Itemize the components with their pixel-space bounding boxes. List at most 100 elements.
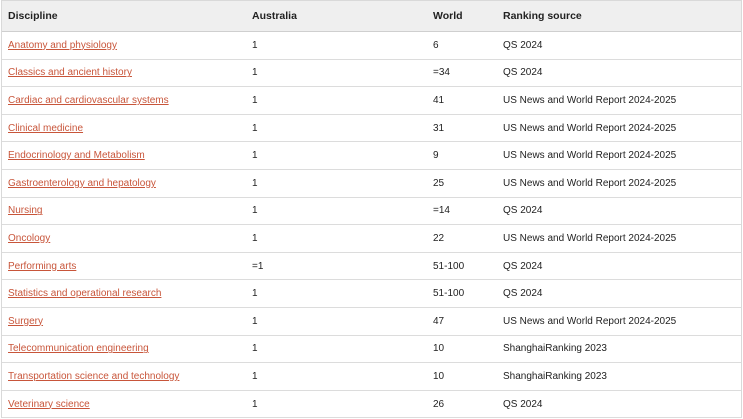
discipline-link[interactable]: Statistics and operational research <box>8 288 161 299</box>
australia-rank-cell: 1 <box>246 343 427 354</box>
ranking-source: QS 2024 <box>503 39 543 51</box>
ranking-source: QS 2024 <box>503 205 543 217</box>
world-rank-cell: 10 <box>427 371 497 382</box>
discipline-link[interactable]: Performing arts <box>8 261 76 272</box>
world-rank-cell: =34 <box>427 67 497 78</box>
table-row: Telecommunication engineering 1 10 Shanghai… <box>2 336 741 364</box>
table-row: Endocrinology and Metabolism 1 9 US News an… <box>2 142 741 170</box>
ranking-source-cell: QS 2024 <box>497 399 741 410</box>
table-row: Nursing 1 =14 QS 2024 <box>2 198 741 226</box>
table-row: Statistics and operational research 1 51-1… <box>2 280 741 308</box>
ranking-source-cell: QS 2024 <box>497 40 741 51</box>
world-rank: 9 <box>433 150 439 162</box>
discipline-link-cell: Surgery <box>2 316 246 327</box>
discipline-link-cell: Veterinary science <box>2 399 246 410</box>
table-row: Clinical medicine 1 31 US News and World Re… <box>2 115 741 143</box>
table-row: Classics and ancient history 1 =34 QS 2024 <box>2 60 741 88</box>
discipline-link[interactable]: Anatomy and physiology <box>8 40 117 51</box>
ranking-source: QS 2024 <box>503 67 543 79</box>
world-rank: 51-100 <box>433 260 465 272</box>
world-rank: =14 <box>433 205 450 217</box>
discipline-link[interactable]: Clinical medicine <box>8 123 83 134</box>
discipline-link[interactable]: Oncology <box>8 233 50 244</box>
table-row: Oncology 1 22 US News and World Report 2024… <box>2 225 741 253</box>
ranking-source-cell: ShanghaiRanking 2023 <box>497 343 741 354</box>
ranking-source: US News and World Report 2024-2025 <box>503 315 677 327</box>
world-rank-cell: 10 <box>427 343 497 354</box>
australia-rank-cell: 1 <box>246 123 427 134</box>
australia-rank-cell: 1 <box>246 316 427 327</box>
australia-rank-cell: 1 <box>246 233 427 244</box>
ranking-source: QS 2024 <box>503 288 543 300</box>
ranking-source: QS 2024 <box>503 398 543 410</box>
world-rank: 22 <box>433 232 445 244</box>
australia-rank: 1 <box>252 67 258 79</box>
world-rank-cell: =14 <box>427 205 497 216</box>
discipline-link[interactable]: Veterinary science <box>8 399 90 410</box>
world-rank-cell: 22 <box>427 233 497 244</box>
world-rank-cell: 26 <box>427 399 497 410</box>
ranking-source: US News and World Report 2024-2025 <box>503 150 677 162</box>
discipline-link[interactable]: Classics and ancient history <box>8 67 132 78</box>
australia-rank: 1 <box>252 205 258 217</box>
header-ranking-source: Ranking source <box>503 10 582 22</box>
ranking-source-cell: QS 2024 <box>497 67 741 78</box>
discipline-link-cell: Nursing <box>2 205 246 216</box>
world-rank-cell: 31 <box>427 123 497 134</box>
australia-rank-cell: 1 <box>246 40 427 51</box>
ranking-source-cell: US News and World Report 2024-2025 <box>497 150 741 161</box>
header-australia: Australia <box>252 10 297 22</box>
australia-rank-cell: 1 <box>246 95 427 106</box>
header-world: World <box>433 10 463 22</box>
table-row: Cardiac and cardiovascular systems 1 41 US … <box>2 87 741 115</box>
world-rank-cell: 9 <box>427 150 497 161</box>
discipline-link-cell: Clinical medicine <box>2 123 246 134</box>
australia-rank-cell: 1 <box>246 178 427 189</box>
discipline-link-cell: Transportation science and technology <box>2 371 246 382</box>
ranking-source: ShanghaiRanking 2023 <box>503 343 607 355</box>
world-rank: 25 <box>433 177 445 189</box>
australia-rank: 1 <box>252 94 258 106</box>
discipline-link[interactable]: Gastroenterology and hepatology <box>8 178 156 189</box>
world-rank: 6 <box>433 39 439 51</box>
australia-rank: =1 <box>252 260 264 272</box>
discipline-link-cell: Endocrinology and Metabolism <box>2 150 246 161</box>
ranking-source-cell: QS 2024 <box>497 261 741 272</box>
discipline-link[interactable]: Endocrinology and Metabolism <box>8 150 145 161</box>
australia-rank-cell: 1 <box>246 288 427 299</box>
ranking-source-cell: US News and World Report 2024-2025 <box>497 123 741 134</box>
world-rank: 51-100 <box>433 288 465 300</box>
australia-rank: 1 <box>252 398 258 410</box>
world-rank-cell: 51-100 <box>427 261 497 272</box>
discipline-link[interactable]: Transportation science and technology <box>8 371 179 382</box>
discipline-link-cell: Telecommunication engineering <box>2 343 246 354</box>
world-rank: 10 <box>433 370 445 382</box>
discipline-link[interactable]: Surgery <box>8 316 43 327</box>
ranking-source: US News and World Report 2024-2025 <box>503 122 677 134</box>
world-rank: 47 <box>433 315 445 327</box>
ranking-source: US News and World Report 2024-2025 <box>503 94 677 106</box>
discipline-link[interactable]: Nursing <box>8 205 42 216</box>
australia-rank: 1 <box>252 122 258 134</box>
world-rank: 31 <box>433 122 445 134</box>
world-rank-cell: 47 <box>427 316 497 327</box>
australia-rank: 1 <box>252 315 258 327</box>
discipline-link-cell: Performing arts <box>2 261 246 272</box>
discipline-link-cell: Classics and ancient history <box>2 67 246 78</box>
ranking-source: US News and World Report 2024-2025 <box>503 177 677 189</box>
australia-rank-cell: 1 <box>246 399 427 410</box>
table-header: Discipline Australia World Ranking sourc… <box>2 0 741 32</box>
table-row: Anatomy and physiology 1 6 QS 2024 <box>2 32 741 60</box>
australia-rank-cell: =1 <box>246 261 427 272</box>
table-row: Gastroenterology and hepatology 1 25 US New… <box>2 170 741 198</box>
ranking-source-cell: US News and World Report 2024-2025 <box>497 95 741 106</box>
world-rank-cell: 25 <box>427 178 497 189</box>
discipline-link[interactable]: Telecommunication engineering <box>8 343 149 354</box>
world-rank: 10 <box>433 343 445 355</box>
world-rank: =34 <box>433 67 450 79</box>
australia-rank-cell: 1 <box>246 150 427 161</box>
discipline-link-cell: Anatomy and physiology <box>2 40 246 51</box>
discipline-link-cell: Statistics and operational research <box>2 288 246 299</box>
discipline-link[interactable]: Cardiac and cardiovascular systems <box>8 95 169 106</box>
table-row: Performing arts =1 51-100 QS 2024 <box>2 253 741 281</box>
